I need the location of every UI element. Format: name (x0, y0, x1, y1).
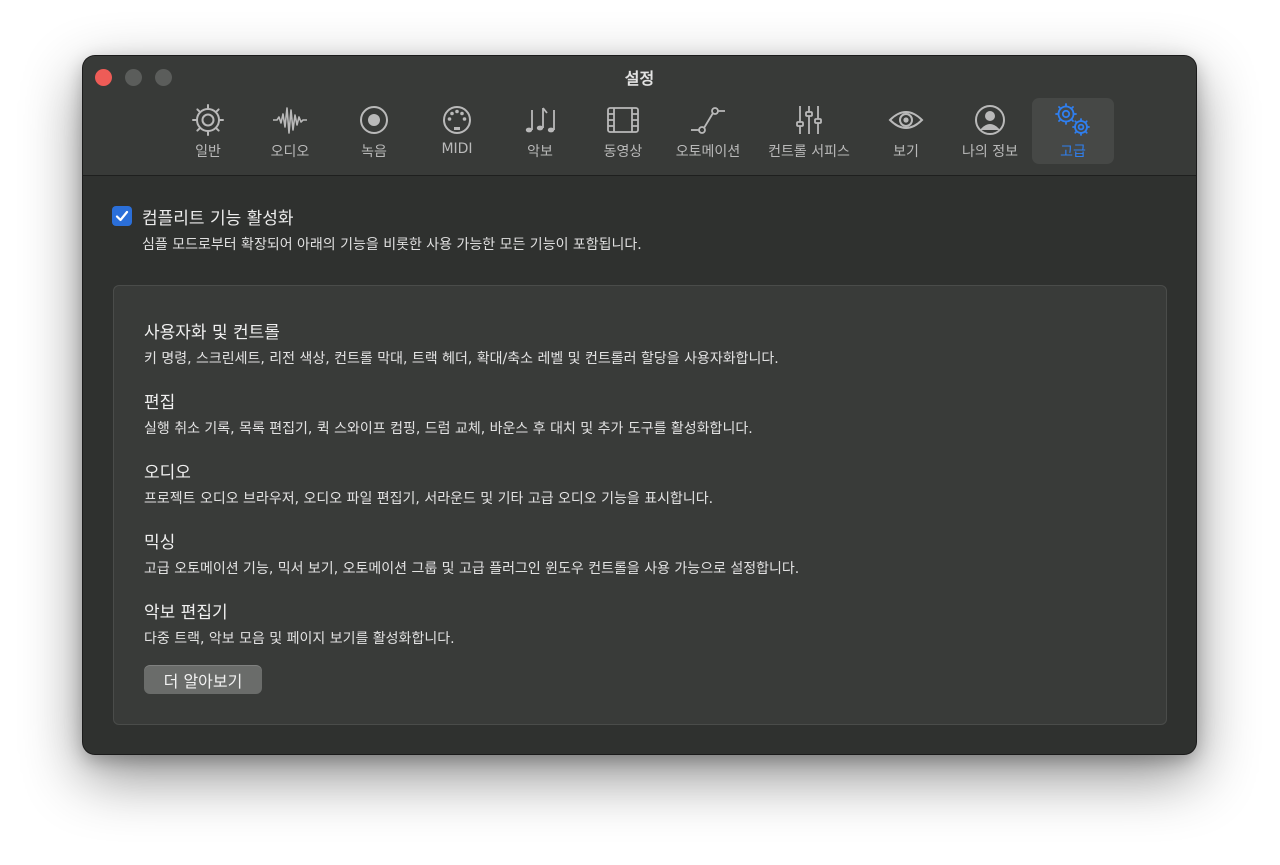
sliders-icon (796, 106, 822, 134)
complete-features-label[interactable]: 컴플리트 기능 활성화 (142, 204, 294, 229)
section-description: 프로젝트 오디오 브라우저, 오디오 파일 편집기, 서라운드 및 기타 고급 … (144, 491, 714, 507)
section-title: 편집 (144, 393, 176, 413)
tab-advanced[interactable]: 고급 (1032, 98, 1114, 164)
music-notes-icon (525, 107, 555, 133)
window-title: 설정 (624, 69, 655, 88)
section-title: 오디오 (144, 463, 191, 483)
record-icon (360, 106, 388, 134)
section-title: 악보 편집기 (144, 603, 228, 623)
section-description: 키 명령, 스크린세트, 리전 색상, 컨트롤 막대, 트랙 헤더, 확대/축소… (144, 351, 779, 367)
complete-features-description: 심플 모드로부터 확장되어 아래의 기능을 비롯한 사용 가능한 모든 기능이 … (142, 237, 642, 253)
tab-label: 고급 (1060, 144, 1086, 160)
section-description: 실행 취소 기록, 목록 편집기, 퀵 스와이프 컴핑, 드럼 교체, 바운스 … (144, 421, 753, 437)
checkmark-icon (115, 210, 129, 222)
title-bar: 설정 일반 오디오 녹음 MIDI 악보 동영상 오토메이션 컨트롤 서피스 보… (83, 56, 1196, 176)
tab-label: 나의 정보 (962, 144, 1018, 160)
tab-label: 동영상 (603, 144, 643, 160)
tab-label: 컨트롤 서피스 (768, 144, 850, 160)
tab-midi[interactable]: MIDI (420, 98, 494, 164)
automation-curve-icon (691, 107, 725, 134)
tab-general[interactable]: 일반 (171, 98, 245, 164)
complete-features-checkbox[interactable] (112, 206, 132, 226)
tab-automation[interactable]: 오토메이션 (669, 98, 747, 164)
tab-label: 오토메이션 (675, 144, 741, 160)
features-panel: 사용자화 및 컨트롤 키 명령, 스크린세트, 리전 색상, 컨트롤 막대, 트… (113, 285, 1167, 725)
tab-label: 일반 (195, 144, 221, 160)
tab-view[interactable]: 보기 (869, 98, 943, 164)
tab-movie[interactable]: 동영상 (586, 98, 660, 164)
tab-audio[interactable]: 오디오 (253, 98, 327, 164)
midi-port-icon (443, 106, 471, 134)
gears-icon (1055, 103, 1090, 136)
advanced-settings-pane: 컴플리트 기능 활성화 심플 모드로부터 확장되어 아래의 기능을 비롯한 사용… (83, 176, 1196, 754)
person-icon (975, 105, 1005, 135)
settings-toolbar: 일반 오디오 녹음 MIDI 악보 동영상 오토메이션 컨트롤 서피스 보기 나… (83, 98, 1196, 164)
tab-label: 악보 (527, 144, 553, 160)
tab-recording[interactable]: 녹음 (337, 98, 411, 164)
waveform-icon (273, 107, 307, 134)
tab-score[interactable]: 악보 (503, 98, 577, 164)
eye-icon (888, 111, 924, 129)
settings-window: 설정 일반 오디오 녹음 MIDI 악보 동영상 오토메이션 컨트롤 서피스 보… (83, 56, 1196, 754)
tab-label: 녹음 (361, 144, 387, 160)
film-icon (607, 107, 639, 133)
learn-more-button[interactable]: 더 알아보기 (144, 665, 262, 694)
tab-label: 오디오 (270, 144, 310, 160)
tab-label: 보기 (893, 144, 919, 160)
tab-my-info[interactable]: 나의 정보 (950, 98, 1030, 164)
section-title: 사용자화 및 컨트롤 (144, 323, 280, 343)
section-description: 다중 트랙, 악보 모음 및 페이지 보기를 활성화합니다. (144, 631, 455, 647)
tab-control-surfaces[interactable]: 컨트롤 서피스 (759, 98, 859, 164)
tab-label: MIDI (441, 141, 473, 157)
gear-icon (192, 104, 224, 136)
section-title: 믹싱 (144, 533, 176, 553)
section-description: 고급 오토메이션 기능, 믹서 보기, 오토메이션 그룹 및 고급 플러그인 윈… (144, 561, 800, 577)
